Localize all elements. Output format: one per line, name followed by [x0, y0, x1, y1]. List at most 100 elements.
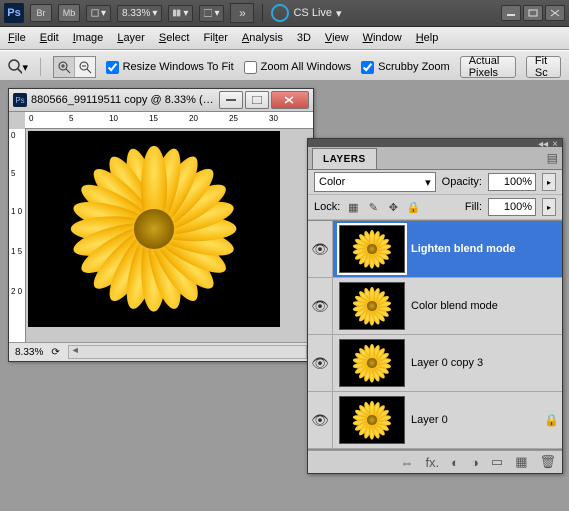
screen-mode-dropdown[interactable]: ▾ [199, 5, 224, 22]
visibility-eye-icon[interactable]: 👁 [308, 221, 333, 277]
layer-thumbnail[interactable] [339, 225, 405, 273]
zoom-in-icon[interactable] [54, 57, 75, 77]
arrange-documents-dropdown[interactable]: ▾ [168, 5, 193, 22]
layer-lock-icon: 🔒 [544, 413, 562, 427]
opacity-field[interactable]: 100% [488, 173, 536, 191]
cs-live-label: CS Live [293, 7, 332, 19]
document-ps-icon: Ps [13, 93, 27, 107]
ruler-vertical[interactable]: 0 5 1 0 1 5 2 0 [9, 129, 26, 342]
lock-fill-row: Lock: ▦ ✎ ✥ 🔒 Fill: 100% ▸ [308, 195, 562, 220]
menu-analysis[interactable]: Analysis [242, 32, 283, 44]
menu-select[interactable]: Select [159, 32, 190, 44]
ruler-tick: 0 [29, 114, 33, 123]
adjustment-layer-icon[interactable]: ◑ [471, 455, 479, 470]
cs-live-button[interactable]: CS Live▾ [271, 4, 341, 22]
visibility-eye-icon[interactable]: 👁 [308, 335, 333, 391]
lock-pixels-icon[interactable]: ✎ [366, 200, 380, 214]
canvas[interactable] [28, 131, 280, 327]
layer-name-label[interactable]: Color blend mode [411, 300, 544, 312]
layer-name-label[interactable]: Layer 0 copy 3 [411, 357, 544, 369]
status-info-icon[interactable]: ⟳ [51, 347, 59, 358]
menu-window[interactable]: Window [363, 32, 402, 44]
bridge-badge[interactable]: Br [30, 4, 52, 22]
doc-maximize-button[interactable] [245, 91, 269, 109]
layer-fx-icon[interactable]: fx. [425, 455, 439, 470]
opacity-flyout-icon[interactable]: ▸ [542, 173, 556, 191]
ruler-tick: 20 [189, 114, 198, 123]
document-titlebar[interactable]: Ps 880566_99119511 copy @ 8.33% (Lighten… [9, 89, 313, 112]
doc-minimize-button[interactable] [219, 91, 243, 109]
ruler-tick: 5 [11, 169, 15, 178]
layer-mask-icon[interactable]: ◐ [451, 455, 459, 470]
actual-pixels-button[interactable]: Actual Pixels [460, 56, 516, 78]
cs-live-ring-icon [271, 4, 289, 22]
tab-layers[interactable]: LAYERS [312, 148, 377, 169]
options-bar: ▾ Resize Windows To Fit Zoom All Windows… [0, 50, 569, 84]
menu-help[interactable]: Help [416, 32, 439, 44]
layer-row[interactable]: 👁 Layer 0 copy 3 [308, 335, 562, 392]
zoom-level-dropdown[interactable]: 8.33%▾ [117, 5, 162, 22]
zoom-all-label: Zoom All Windows [261, 61, 351, 73]
menu-layer[interactable]: Layer [117, 32, 145, 44]
new-layer-icon[interactable]: ▦ [515, 454, 527, 470]
ruler-horizontal[interactable]: 0 5 10 15 20 25 30 [25, 112, 313, 129]
layer-thumbnail[interactable] [339, 282, 405, 330]
zoom-in-out-toggle[interactable] [53, 56, 96, 78]
status-scrollbar[interactable] [68, 345, 307, 359]
opacity-label: Opacity: [442, 176, 482, 188]
ruler-tick: 25 [229, 114, 238, 123]
ruler-tick: 1 5 [11, 247, 22, 256]
window-restore-button[interactable] [523, 5, 543, 21]
blend-mode-select[interactable]: Color▾ [314, 172, 436, 192]
image-content [64, 139, 244, 319]
fill-flyout-icon[interactable]: ▸ [542, 198, 556, 216]
ruler-tick: 30 [269, 114, 278, 123]
menu-edit[interactable]: Edit [40, 32, 59, 44]
menu-view[interactable]: View [325, 32, 349, 44]
menu-file[interactable]: File [8, 32, 26, 44]
layer-row[interactable]: 👁 Lighten blend mode [308, 221, 562, 278]
lock-transparent-icon[interactable]: ▦ [346, 200, 360, 214]
layer-name-label[interactable]: Lighten blend mode [411, 243, 544, 255]
visibility-eye-icon[interactable]: 👁 [308, 392, 333, 448]
layer-row[interactable]: 👁 Color blend mode [308, 278, 562, 335]
canvas-area[interactable] [26, 129, 313, 342]
scrubby-zoom-checkbox[interactable]: Scrubby Zoom [361, 61, 450, 74]
fit-screen-button[interactable]: Fit Sc [526, 56, 561, 78]
zoom-tool-icon[interactable]: ▾ [8, 57, 28, 77]
resize-windows-checkbox[interactable]: Resize Windows To Fit [106, 61, 234, 74]
menu-filter[interactable]: Filter [203, 32, 227, 44]
expand-panels-button[interactable]: » [230, 3, 254, 23]
application-bar: Ps Br Mb ▾ 8.33%▾ ▾ ▾ » CS Live▾ [0, 0, 569, 27]
document-title: 880566_99119511 copy @ 8.33% (Lighten ..… [31, 94, 215, 106]
view-extras-dropdown[interactable]: ▾ [86, 5, 111, 22]
zoom-out-icon[interactable] [75, 57, 95, 77]
panel-grip[interactable]: ◂◂× [308, 139, 562, 147]
fill-label: Fill: [465, 201, 482, 213]
layer-group-icon[interactable]: ▭ [491, 454, 503, 470]
status-zoom-value[interactable]: 8.33% [15, 347, 43, 358]
layers-panel-footer: ⇔ fx. ◐ ◑ ▭ ▦ 🗑 [308, 450, 562, 473]
layer-thumbnail[interactable] [339, 339, 405, 387]
panel-menu-icon[interactable]: ▤ [547, 151, 558, 165]
window-minimize-button[interactable] [501, 5, 521, 21]
link-layers-icon[interactable]: ⇔ [400, 455, 413, 470]
menu-3d[interactable]: 3D [297, 32, 311, 44]
visibility-eye-icon[interactable]: 👁 [308, 278, 333, 334]
blend-opacity-row: Color▾ Opacity: 100% ▸ [308, 170, 562, 195]
ruler-tick: 1 0 [11, 207, 22, 216]
minibridge-badge[interactable]: Mb [58, 4, 80, 22]
delete-layer-icon[interactable]: 🗑 [539, 454, 556, 470]
layer-row[interactable]: 👁 Layer 0🔒 [308, 392, 562, 449]
menu-image[interactable]: Image [73, 32, 104, 44]
lock-position-icon[interactable]: ✥ [386, 200, 400, 214]
layer-name-label[interactable]: Layer 0 [411, 414, 544, 426]
fill-field[interactable]: 100% [488, 198, 536, 216]
window-close-button[interactable] [545, 5, 565, 21]
layer-thumbnail[interactable] [339, 396, 405, 444]
lock-all-icon[interactable]: 🔒 [406, 200, 420, 214]
blend-mode-value: Color [319, 176, 345, 188]
doc-close-button[interactable] [271, 91, 309, 109]
zoom-all-windows-checkbox[interactable]: Zoom All Windows [244, 61, 351, 74]
photoshop-logo-icon: Ps [4, 3, 24, 23]
